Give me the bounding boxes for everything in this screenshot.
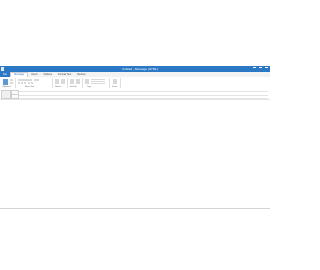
ribbon-group-zoom: Zoom — [110, 78, 121, 88]
email-compose-window: Untitled - Message (HTML) File Message I… — [0, 66, 270, 209]
font-size-select[interactable] — [34, 79, 39, 81]
save-icon[interactable] — [1, 67, 4, 71]
ribbon-group-include: Include — [68, 78, 83, 88]
close-icon[interactable] — [265, 67, 268, 71]
numbering-icon[interactable] — [31, 82, 33, 84]
minimize-icon[interactable] — [253, 67, 256, 71]
check-names-icon[interactable] — [61, 79, 65, 84]
message-header — [0, 89, 270, 99]
ribbon-group-clipboard: Clipboard — [1, 78, 16, 88]
low-importance-button[interactable] — [91, 81, 105, 82]
paste-icon[interactable] — [3, 79, 8, 85]
ribbon-group-tags: Tags — [83, 78, 110, 88]
address-book-icon[interactable] — [55, 79, 59, 84]
body-divider — [0, 99, 270, 100]
ribbon-group-names: Names — [53, 78, 68, 88]
follow-up-button[interactable] — [91, 83, 105, 84]
ribbon-group-label: Tags — [87, 86, 92, 88]
to-field[interactable] — [19, 91, 268, 92]
send-button[interactable] — [1, 90, 11, 99]
font-select[interactable] — [18, 79, 32, 81]
cut-icon[interactable] — [10, 79, 13, 81]
ribbon-group-label: Basic Text — [25, 86, 35, 88]
maximize-icon[interactable] — [259, 67, 262, 71]
flag-icon[interactable] — [85, 79, 89, 84]
zoom-icon[interactable] — [113, 79, 117, 84]
ribbon-group-basic-text: Basic Text — [16, 78, 53, 88]
signature-icon[interactable] — [76, 79, 80, 84]
ribbon-group-label: Names — [55, 86, 62, 88]
bullets-icon[interactable] — [28, 82, 30, 84]
message-body-editor[interactable] — [0, 99, 270, 208]
italic-icon[interactable] — [21, 82, 23, 84]
high-importance-button[interactable] — [91, 79, 105, 80]
copy-icon[interactable] — [10, 82, 13, 84]
ribbon-group-label: Include — [70, 86, 77, 88]
ribbon-group-label: Zoom — [112, 86, 118, 88]
bold-icon[interactable] — [18, 82, 20, 84]
ribbon-group-label: Clipboard — [2, 86, 11, 88]
cc-field[interactable] — [19, 95, 268, 96]
underline-icon[interactable] — [24, 82, 26, 84]
attach-file-icon[interactable] — [70, 79, 74, 84]
